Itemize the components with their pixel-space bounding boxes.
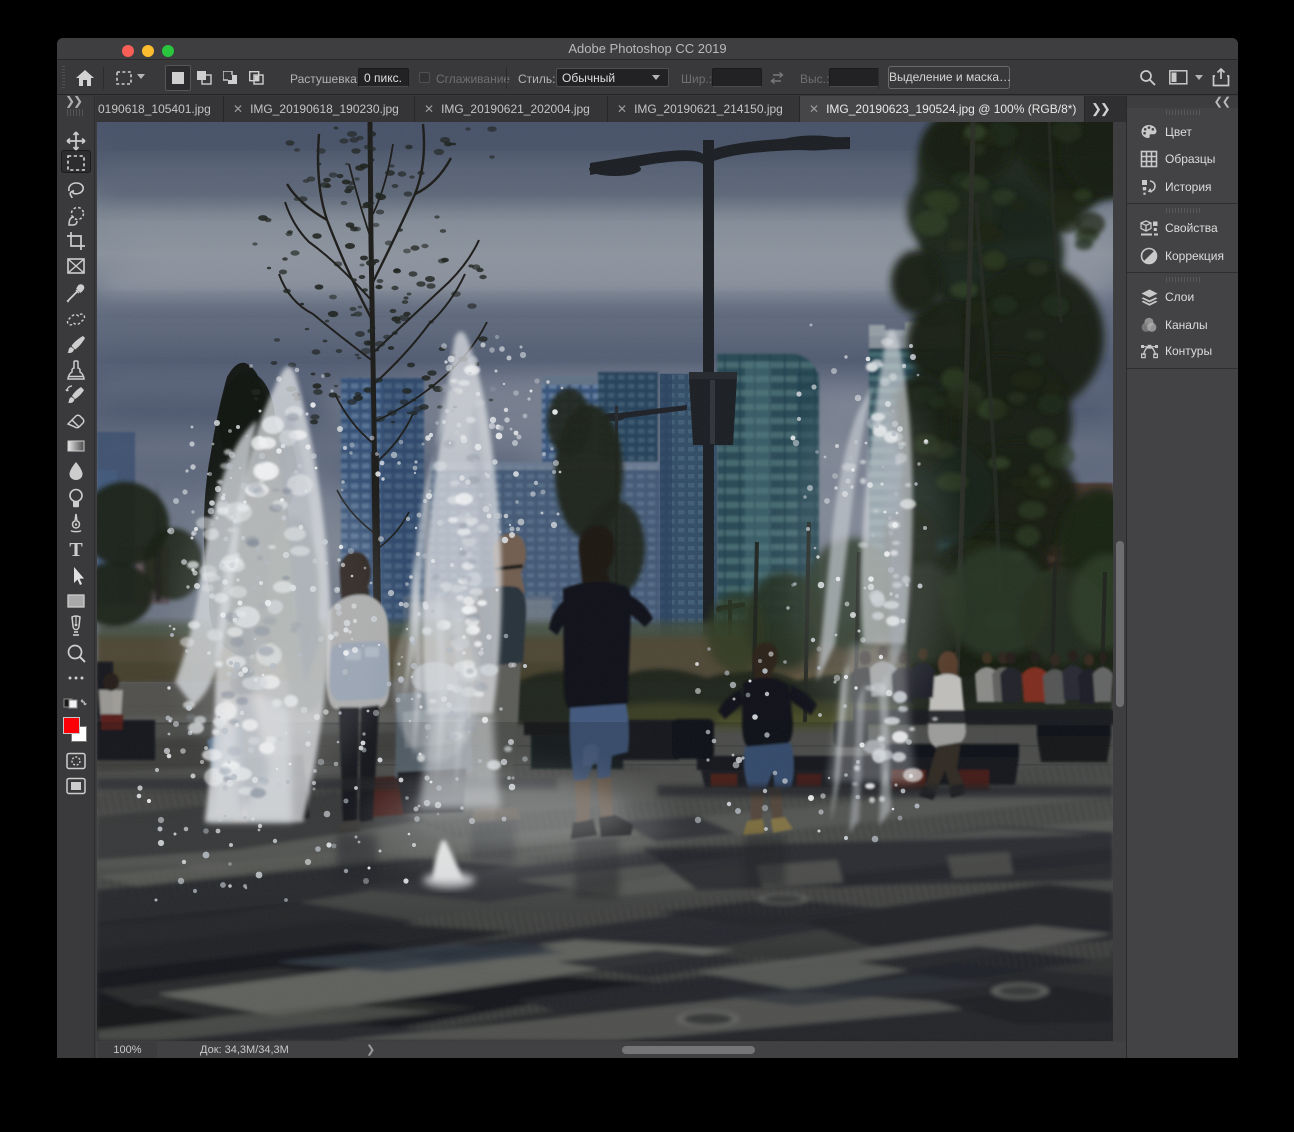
svg-text:T: T xyxy=(69,539,83,561)
